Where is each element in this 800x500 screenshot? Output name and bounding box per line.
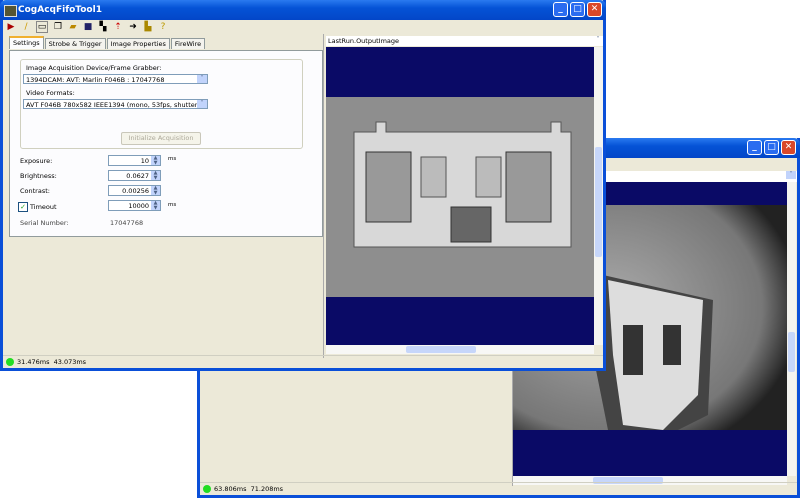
chevron-down-icon[interactable]: ˅ bbox=[197, 100, 207, 108]
status-led-icon bbox=[203, 485, 211, 493]
window-title: CogAcqFifoTool1 bbox=[18, 5, 102, 15]
timeout-input[interactable]: 10000 ▲ ▼ bbox=[108, 200, 161, 211]
minimize-button[interactable]: _ bbox=[747, 140, 762, 155]
device-group: Image Acquisition Device/Frame Grabber: … bbox=[20, 59, 303, 149]
tab-strip: Settings Strobe & Trigger Image Properti… bbox=[9, 36, 206, 49]
tab-strobe-trigger[interactable]: Strobe & Trigger bbox=[44, 38, 106, 49]
chevron-down-icon[interactable]: ˅ bbox=[197, 75, 207, 83]
close-button[interactable]: ✕ bbox=[781, 140, 796, 155]
tab-firewire[interactable]: FireWire bbox=[170, 38, 206, 49]
maximize-button[interactable]: □ bbox=[764, 140, 779, 155]
tab-image-properties[interactable]: Image Properties bbox=[106, 38, 170, 49]
arrow-icon[interactable]: ➜ bbox=[128, 22, 138, 32]
initialize-acquisition-button[interactable]: Initialize Acquisition bbox=[121, 132, 201, 145]
import-icon[interactable]: ⇡ bbox=[113, 22, 123, 32]
image-selector[interactable]: LastRun.OutputImage ˅ bbox=[326, 36, 603, 46]
format-label: Video Formats: bbox=[26, 89, 75, 97]
timeout-checkbox[interactable]: ✓ bbox=[18, 202, 28, 212]
tab-settings[interactable]: Settings bbox=[9, 36, 44, 49]
spinner-icon[interactable]: ▲ ▼ bbox=[151, 201, 160, 210]
copy-icon[interactable]: ❐ bbox=[53, 22, 63, 32]
horizontal-scrollbar[interactable] bbox=[326, 345, 594, 354]
settings-panel: Image Acquisition Device/Frame Grabber: … bbox=[9, 50, 323, 237]
back-vertical-scrollbar[interactable] bbox=[787, 182, 796, 476]
back-status-bar: 63.806ms 71.208ms bbox=[200, 482, 797, 495]
chart-icon[interactable]: ▙ bbox=[143, 22, 153, 32]
chevron-down-icon[interactable]: ˅ bbox=[786, 171, 796, 179]
spinner-icon[interactable]: ▲ ▼ bbox=[151, 171, 160, 180]
edit-icon[interactable]: / bbox=[21, 22, 31, 32]
close-button[interactable]: ✕ bbox=[587, 2, 602, 17]
exposure-label: Exposure: bbox=[20, 157, 53, 165]
status-time-2: 43.073ms bbox=[53, 358, 87, 366]
status-time-1: 31.476ms bbox=[17, 358, 50, 366]
contrast-label: Contrast: bbox=[20, 187, 50, 195]
status-bar: 31.476ms 43.073ms bbox=[3, 355, 603, 368]
contrast-input[interactable]: 0.00256 ▲ ▼ bbox=[108, 185, 161, 196]
brightness-label: Brightness: bbox=[20, 172, 57, 180]
vertical-scrollbar[interactable] bbox=[594, 47, 603, 345]
spinner-icon[interactable]: ▲ ▼ bbox=[151, 156, 160, 165]
spinner-icon[interactable]: ▲ ▼ bbox=[151, 186, 160, 195]
status-led-icon bbox=[6, 358, 14, 366]
toolbar: ▶ / ▭ ❐ ▰ ■ ▚ ⇡ ➜ ▙ ? bbox=[3, 20, 603, 34]
image-display bbox=[326, 47, 594, 345]
run-icon[interactable]: ▶ bbox=[6, 22, 16, 32]
format-value: AVT F046B 780x582 IEEE1394 (mono, 53fps,… bbox=[26, 101, 207, 109]
timeout-unit: ms bbox=[168, 202, 177, 208]
image-selector-value: LastRun.OutputImage bbox=[328, 37, 400, 45]
maximize-button[interactable]: □ bbox=[570, 2, 585, 17]
device-value: 1394DCAM: AVT: Marlin F046B : 17047768 bbox=[26, 76, 165, 84]
display-icon[interactable]: ▭ bbox=[36, 21, 48, 33]
open-icon[interactable]: ▰ bbox=[68, 22, 78, 32]
save-icon[interactable]: ■ bbox=[83, 22, 93, 32]
app-icon bbox=[4, 5, 17, 17]
exposure-unit: ms bbox=[168, 156, 177, 162]
exposure-input[interactable]: 10 ▲ ▼ bbox=[108, 155, 161, 166]
timeout-label: Timeout bbox=[30, 203, 57, 211]
help-icon[interactable]: ? bbox=[158, 22, 168, 32]
device-select[interactable]: 1394DCAM: AVT: Marlin F046B : 17047768 ˅ bbox=[23, 74, 208, 84]
status-time-1: 63.806ms bbox=[214, 485, 247, 493]
format-select[interactable]: AVT F046B 780x582 IEEE1394 (mono, 53fps,… bbox=[23, 99, 208, 109]
reset-icon[interactable]: ▚ bbox=[98, 22, 108, 32]
brightness-input[interactable]: 0.0627 ▲ ▼ bbox=[108, 170, 161, 181]
serial-value: 17047768 bbox=[110, 219, 144, 227]
part-image bbox=[326, 97, 594, 297]
main-title-bar[interactable]: CogAcqFifoTool1 _ □ ✕ bbox=[0, 0, 606, 20]
serial-label: Serial Number: bbox=[20, 219, 69, 227]
status-time-2: 71.208ms bbox=[250, 485, 284, 493]
device-label: Image Acquisition Device/Frame Grabber: bbox=[26, 64, 162, 72]
chevron-down-icon[interactable]: ˅ bbox=[593, 36, 603, 44]
minimize-button[interactable]: _ bbox=[553, 2, 568, 17]
main-window: CogAcqFifoTool1 _ □ ✕ ▶ / ▭ ❐ ▰ ■ ▚ ⇡ ➜ ▙ … bbox=[0, 0, 606, 371]
